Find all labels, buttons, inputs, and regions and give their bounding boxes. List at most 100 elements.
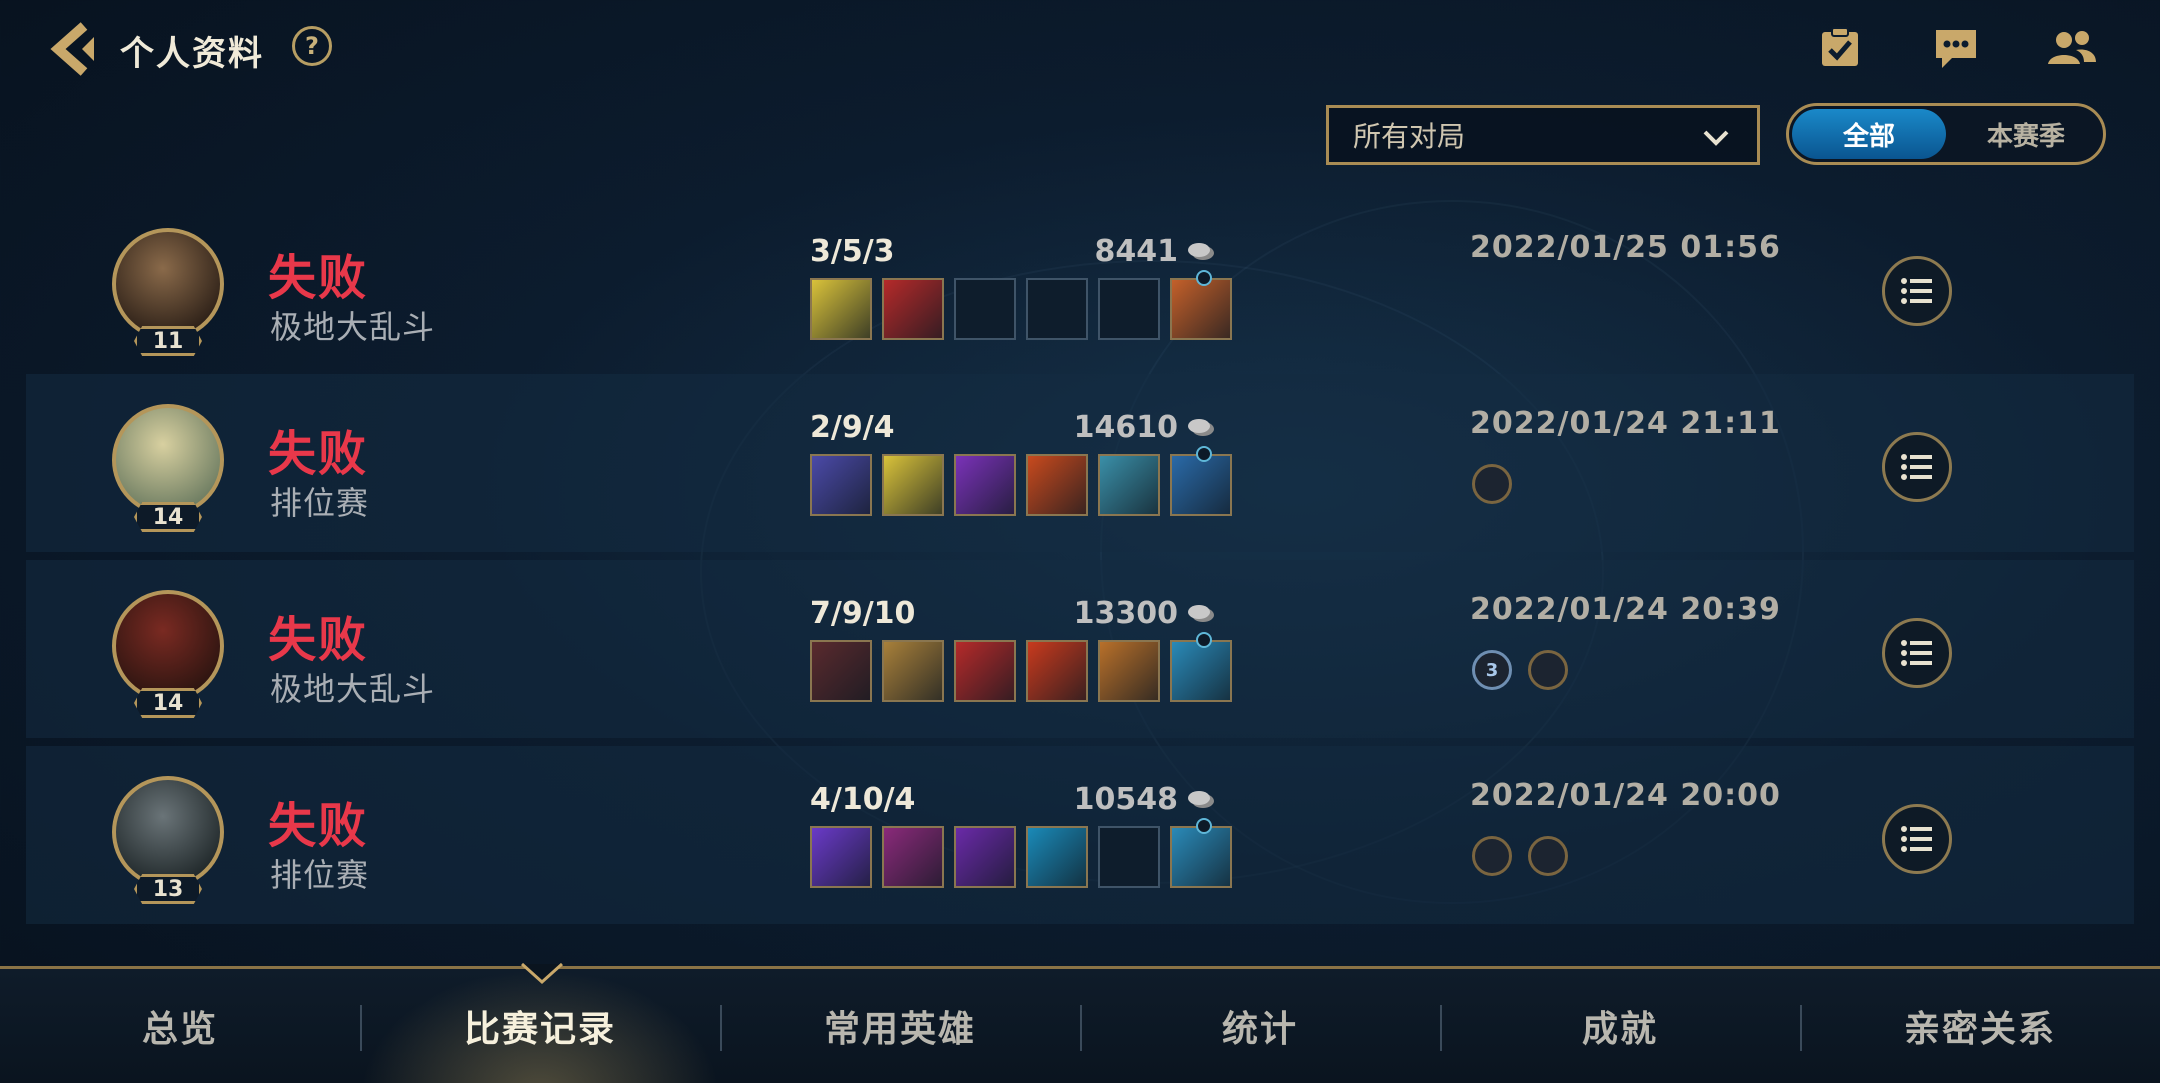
- scope-option-all[interactable]: 全部: [1792, 109, 1946, 159]
- champion-level-badge: 14: [134, 688, 202, 718]
- kda: 7/9/10: [810, 596, 916, 631]
- shield-badge-icon[interactable]: [1528, 836, 1568, 876]
- match-datetime: 2022/01/24 20:39: [1470, 592, 1781, 627]
- item-slot[interactable]: [882, 640, 944, 702]
- item-slot[interactable]: [882, 278, 944, 340]
- help-button[interactable]: ?: [292, 26, 332, 66]
- item-slot[interactable]: [1098, 454, 1160, 516]
- gold-earned: 14610: [1074, 410, 1216, 445]
- match-row[interactable]: 14 失败 排位赛 2/9/4 14610 2022/01/24 21:11: [26, 374, 2134, 552]
- item-slot[interactable]: [810, 640, 872, 702]
- help-icon: ?: [305, 32, 319, 60]
- match-details-button[interactable]: [1882, 432, 1952, 502]
- list-icon: [1901, 826, 1932, 852]
- tab-champions[interactable]: 常用英雄: [720, 969, 1080, 1083]
- trinket-slot[interactable]: [1170, 446, 1232, 516]
- item-build: [810, 818, 1232, 888]
- item-build: [810, 632, 1232, 702]
- chat-button[interactable]: [1928, 22, 1984, 74]
- match-result: 失败: [268, 612, 369, 668]
- item-slot[interactable]: [810, 826, 872, 888]
- gold-earned: 13300: [1074, 596, 1216, 631]
- tab-relationships[interactable]: 亲密关系: [1800, 969, 2160, 1083]
- blood-badge-icon[interactable]: [1528, 650, 1568, 690]
- trinket-slot[interactable]: [1170, 818, 1232, 888]
- chat-icon: [1936, 30, 1976, 68]
- laurel-badge-icon[interactable]: [1472, 836, 1512, 876]
- honor-badges: 3: [1472, 650, 1568, 690]
- gold-value: 14610: [1073, 410, 1178, 445]
- match-row[interactable]: 14 失败 极地大乱斗 7/9/10 13300 2022/01/24 20:39 3: [26, 560, 2134, 738]
- item-slot[interactable]: [1026, 826, 1088, 888]
- match-type-value: 所有对局: [1353, 120, 1466, 153]
- chevron-down-icon: [1703, 130, 1729, 146]
- honor-badges: [1472, 836, 1568, 876]
- item-slot[interactable]: [1026, 640, 1088, 702]
- item-slot[interactable]: [954, 278, 1016, 340]
- match-row[interactable]: 11 失败 极地大乱斗 3/5/3 8441 2022/01/25 01:56: [26, 198, 2134, 376]
- match-row[interactable]: 13 失败 排位赛 4/10/4 10548 2022/01/24 20:00: [26, 746, 2134, 924]
- checklist-icon: [1822, 27, 1858, 66]
- scope-option-season[interactable]: 本赛季: [1949, 106, 2103, 162]
- game-mode: 排位赛: [270, 484, 370, 522]
- item-slot[interactable]: [810, 454, 872, 516]
- back-button[interactable]: [48, 20, 110, 78]
- trinket-slot[interactable]: [1170, 632, 1232, 702]
- item-slot[interactable]: [810, 278, 872, 340]
- champion-level-badge: 11: [134, 326, 202, 356]
- item-slot[interactable]: [882, 454, 944, 516]
- match-details-button[interactable]: [1882, 256, 1952, 326]
- match-details-button[interactable]: [1882, 618, 1952, 688]
- kda: 4/10/4: [810, 782, 916, 817]
- gold-coins-icon: [1188, 242, 1214, 260]
- tasks-button[interactable]: [1812, 22, 1868, 74]
- item-slot[interactable]: [954, 640, 1016, 702]
- champion-level-badge: 13: [134, 874, 202, 904]
- item-slot[interactable]: [1098, 278, 1160, 340]
- item-slot[interactable]: [1098, 640, 1160, 702]
- triple-kill-badge-icon[interactable]: 3: [1472, 650, 1512, 690]
- bottom-nav: 总览 比赛记录 常用英雄 统计 成就 亲密关系: [0, 966, 2160, 1083]
- game-mode: 极地大乱斗: [270, 670, 436, 708]
- match-result: 失败: [268, 250, 369, 306]
- tab-match-history[interactable]: 比赛记录: [360, 969, 720, 1083]
- gold-coins-icon: [1188, 418, 1214, 436]
- trinket-slot[interactable]: [1170, 270, 1232, 340]
- champion-level-badge: 14: [134, 502, 202, 532]
- tab-overview[interactable]: 总览: [0, 969, 360, 1083]
- item-slot[interactable]: [1026, 454, 1088, 516]
- champion-avatar: [112, 590, 224, 702]
- item-slot[interactable]: [954, 826, 1016, 888]
- scope-toggle[interactable]: 全部 本赛季: [1786, 103, 2106, 165]
- match-datetime: 2022/01/25 01:56: [1470, 230, 1781, 265]
- item-slot[interactable]: [954, 454, 1016, 516]
- item-build: [810, 446, 1232, 516]
- friends-button[interactable]: [2044, 22, 2100, 74]
- match-datetime: 2022/01/24 21:11: [1470, 406, 1781, 441]
- active-tab-pointer-icon: [520, 962, 564, 985]
- list-icon: [1901, 278, 1932, 304]
- tab-stats[interactable]: 统计: [1080, 969, 1440, 1083]
- tab-achievements[interactable]: 成就: [1440, 969, 1800, 1083]
- page-title: 个人资料: [120, 34, 264, 74]
- gold-earned: 8441: [1095, 234, 1217, 269]
- item-slot[interactable]: [1026, 278, 1088, 340]
- kda: 3/5/3: [810, 234, 895, 269]
- champion-avatar: [112, 776, 224, 888]
- match-details-button[interactable]: [1882, 804, 1952, 874]
- kda: 2/9/4: [810, 410, 895, 445]
- match-result: 失败: [268, 426, 369, 482]
- item-slot[interactable]: [1098, 826, 1160, 888]
- game-mode: 排位赛: [270, 856, 370, 894]
- trophy-badge-icon[interactable]: [1472, 464, 1512, 504]
- match-datetime: 2022/01/24 20:00: [1470, 778, 1781, 813]
- list-icon: [1901, 640, 1932, 666]
- match-type-select[interactable]: 所有对局: [1326, 105, 1760, 165]
- item-slot[interactable]: [882, 826, 944, 888]
- game-mode: 极地大乱斗: [270, 308, 436, 346]
- list-icon: [1901, 454, 1932, 480]
- friends-icon: [2048, 31, 2096, 64]
- gold-value: 13300: [1073, 596, 1178, 631]
- gold-value: 8441: [1094, 234, 1179, 269]
- item-build: [810, 270, 1232, 340]
